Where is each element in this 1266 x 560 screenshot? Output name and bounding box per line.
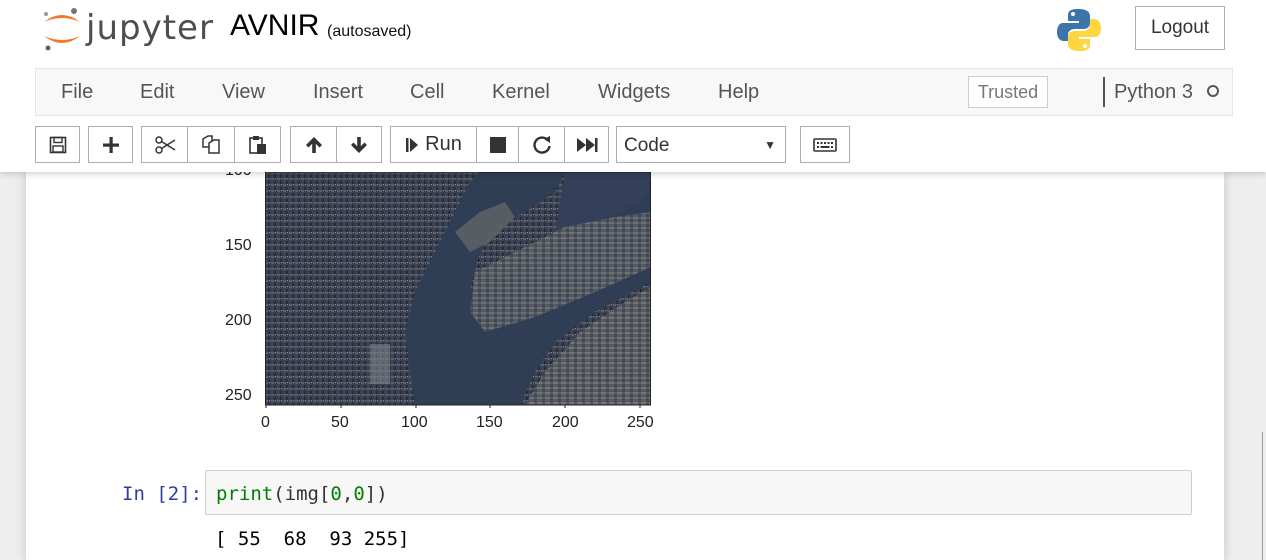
code-comma: ,: [341, 483, 354, 505]
kernel-name: Python 3: [1114, 81, 1193, 103]
input-prompt: In [2]:: [122, 483, 203, 505]
menu-edit[interactable]: Edit: [140, 81, 174, 104]
code-number: 0: [353, 483, 365, 505]
x-tick-label: 200: [552, 414, 579, 431]
stop-icon: [489, 136, 506, 153]
keyboard-icon: [813, 137, 837, 152]
menu-kernel[interactable]: Kernel: [492, 81, 550, 104]
cell-output: [ 55 68 93 255]: [215, 528, 410, 550]
y-tick-label: 200: [225, 312, 252, 329]
notebook-name[interactable]: AVNIR: [230, 9, 319, 43]
plus-icon: [102, 136, 119, 153]
move-down-button[interactable]: [336, 126, 382, 163]
scrollbar-edge: [1262, 432, 1263, 560]
jupyter-logo[interactable]: jupyter: [40, 6, 213, 52]
kernel-idle-icon: [1207, 85, 1219, 97]
code-number: 0: [330, 483, 342, 505]
paste-button[interactable]: [234, 126, 281, 163]
move-up-button[interactable]: [290, 126, 337, 163]
command-palette-button[interactable]: [800, 126, 850, 163]
save-button[interactable]: [35, 126, 80, 163]
notebook-container: 100 150 200 250 0 50 100 150 200 250 In …: [26, 162, 1224, 560]
menu-cell[interactable]: Cell: [410, 81, 444, 104]
code-args-open: (img[: [273, 483, 331, 505]
paste-icon: [248, 135, 266, 154]
arrow-up-icon: [305, 136, 322, 153]
code-input-area[interactable]: print(img[0,0]): [205, 470, 1192, 515]
code-function: print: [216, 483, 274, 505]
trusted-indicator[interactable]: Trusted: [968, 76, 1048, 108]
menu-insert[interactable]: Insert: [313, 81, 363, 104]
insert-cell-button[interactable]: [88, 126, 133, 163]
menu-help[interactable]: Help: [718, 81, 759, 104]
run-button[interactable]: Run: [390, 126, 477, 163]
restart-button[interactable]: [518, 126, 565, 163]
y-tick-label: 250: [225, 387, 252, 404]
python-logo-icon: [1057, 9, 1101, 51]
cell-type-value: Code: [624, 135, 670, 156]
arrow-down-icon: [351, 136, 367, 153]
x-tick-label: 50: [331, 414, 349, 431]
jupyter-logo-icon: [44, 8, 80, 51]
y-tick-label: 150: [225, 237, 252, 254]
header: jupyter AVNIR (autosaved) Logout File Ed…: [0, 0, 1266, 172]
run-label: Run: [425, 133, 462, 155]
autosave-status: (autosaved): [327, 23, 412, 40]
menu-file[interactable]: File: [61, 81, 93, 104]
x-tick-label: 150: [476, 414, 503, 431]
logout-button[interactable]: Logout: [1135, 6, 1225, 50]
satellite-image-plot: [265, 172, 651, 408]
restart-run-all-button[interactable]: [564, 126, 609, 163]
copy-button[interactable]: [187, 126, 235, 163]
logo-text: jupyter: [86, 8, 214, 48]
x-tick-label: 250: [627, 414, 654, 431]
dropdown-arrow-icon: ▼: [764, 138, 776, 152]
x-tick-label: 100: [401, 414, 428, 431]
step-forward-icon: [406, 137, 419, 152]
fast-forward-icon: [576, 137, 597, 152]
x-tick-label: 0: [261, 414, 270, 431]
code-args-close: ]): [364, 483, 388, 505]
scissors-icon: [154, 135, 175, 154]
code-text[interactable]: print(img[0,0]): [216, 483, 388, 505]
menu-view[interactable]: View: [222, 81, 265, 104]
kernel-separator: [1103, 77, 1105, 107]
restart-icon: [532, 135, 551, 154]
interrupt-button[interactable]: [476, 126, 519, 163]
menu-widgets[interactable]: Widgets: [598, 81, 670, 104]
cell-type-select[interactable]: Code ▼: [616, 126, 786, 163]
save-icon: [49, 136, 66, 153]
cut-button[interactable]: [141, 126, 188, 163]
menubar: File Edit View Insert Cell Kernel Widget…: [35, 68, 1233, 116]
copy-icon: [202, 134, 220, 154]
